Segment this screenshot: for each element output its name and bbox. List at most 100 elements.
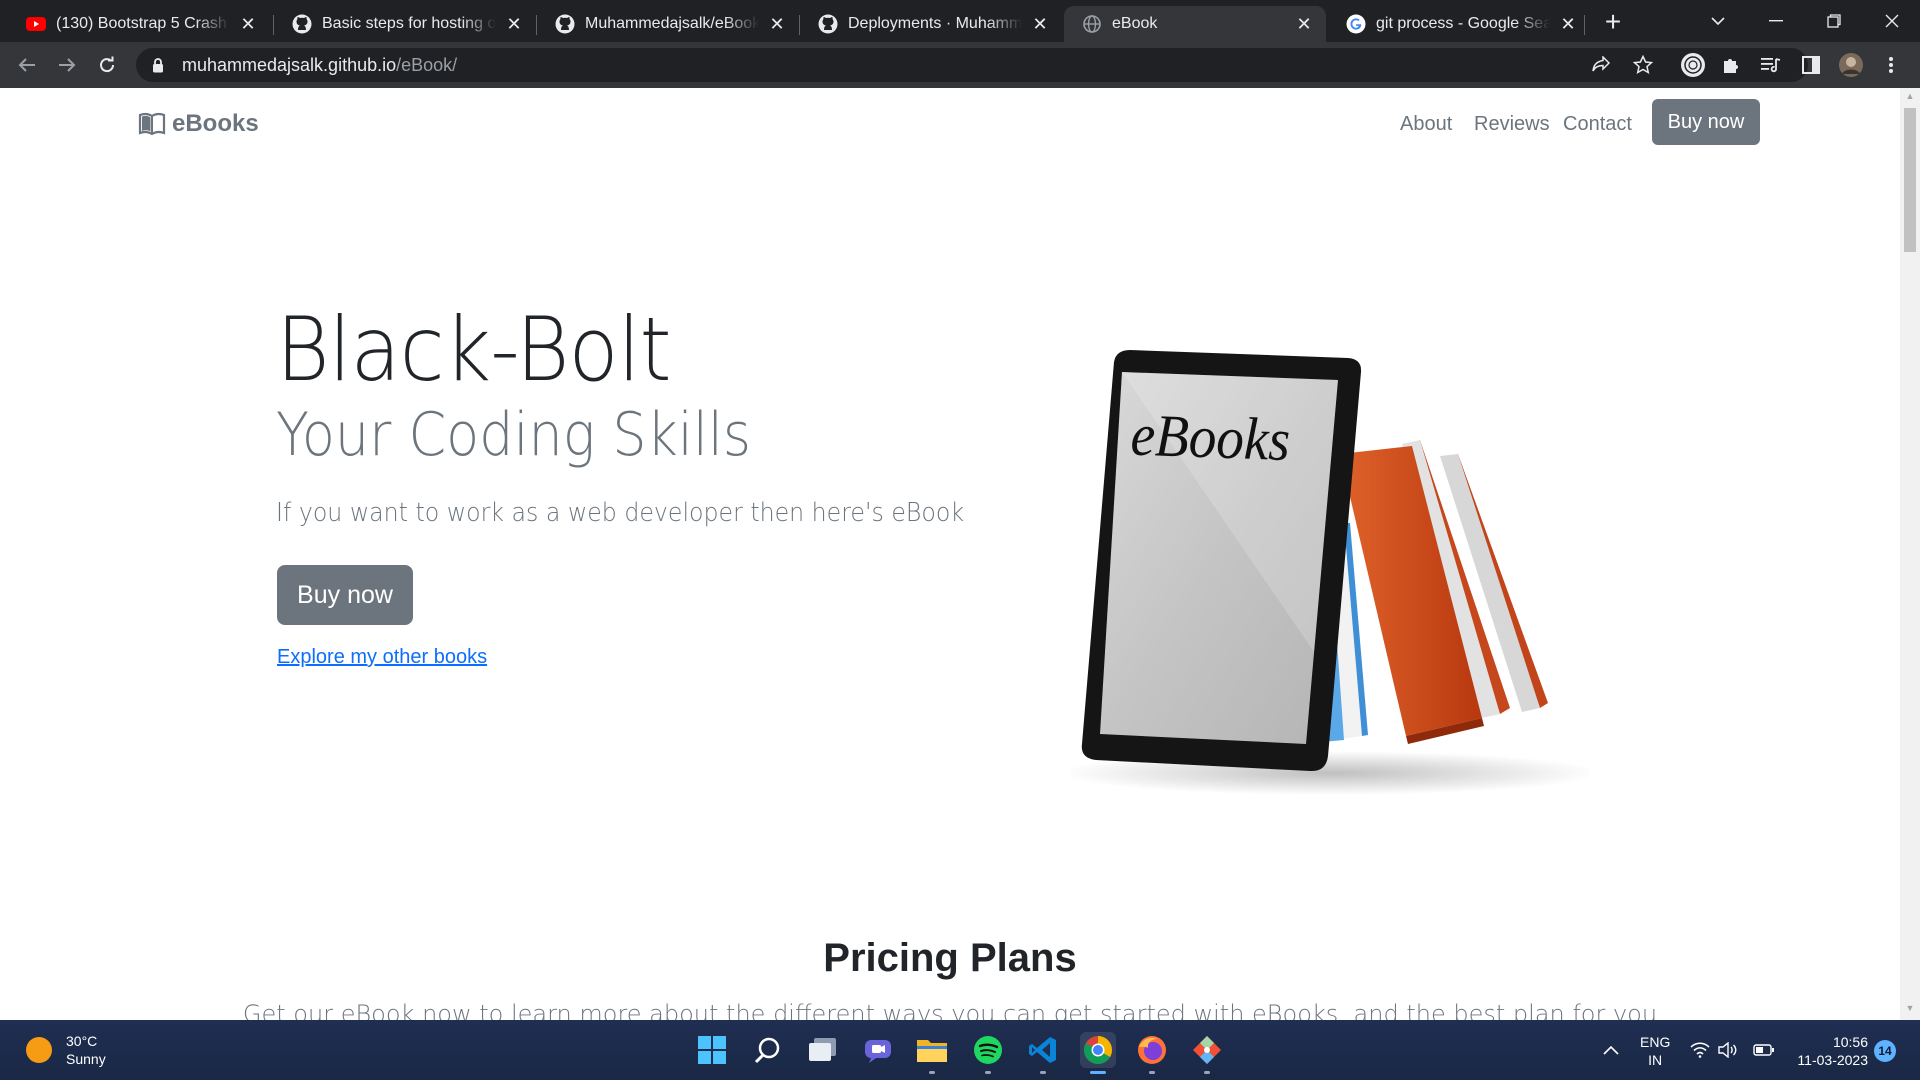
browser-toolbar: muhammedajsalk.github.io/eBook/: [0, 42, 1920, 88]
weather-widget[interactable]: 30°C Sunny: [26, 1032, 106, 1068]
clock-time: 10:56: [1832, 1034, 1868, 1050]
weather-temp: 30°C: [66, 1033, 98, 1049]
forward-icon[interactable]: [52, 50, 82, 80]
tab-youtube[interactable]: (130) Bootstrap 5 Crash Course ✕: [8, 6, 270, 42]
vscode-icon[interactable]: [1025, 1032, 1061, 1074]
tab-github-repo[interactable]: Muhammedajsalk/eBook ✕: [537, 6, 799, 42]
scrollbar-thumb[interactable]: [1904, 108, 1916, 252]
close-tab-icon[interactable]: ✕: [1294, 14, 1314, 34]
explore-books-link[interactable]: Explore my other books: [277, 646, 487, 669]
weather-condition: Sunny: [66, 1051, 106, 1067]
close-tab-icon[interactable]: ✕: [504, 14, 524, 34]
hero-lead: If you want to work as a web developer t…: [276, 498, 965, 528]
teams-chat-icon[interactable]: [860, 1032, 896, 1068]
ebook-hero-illustration: eBooks: [1070, 350, 1590, 795]
scroll-down-icon[interactable]: ▼: [1904, 1003, 1916, 1017]
page-scrollbar[interactable]: ▲ ▼: [1900, 88, 1920, 1020]
chrome-icon[interactable]: [1080, 1032, 1116, 1074]
spotify-icon[interactable]: [970, 1032, 1006, 1074]
minimize-icon[interactable]: [1748, 0, 1804, 42]
language-indicator[interactable]: ENG IN: [1640, 1033, 1670, 1069]
github-icon: [292, 14, 312, 34]
running-indicator: [929, 1071, 935, 1074]
bookmark-star-icon[interactable]: [1628, 50, 1658, 80]
running-indicator: [1149, 1071, 1155, 1074]
hero-subtitle: Your Coding Skills: [276, 400, 751, 470]
google-icon: [1346, 14, 1366, 34]
brand-text: eBooks: [172, 110, 259, 137]
close-window-icon[interactable]: [1864, 0, 1920, 42]
sun-icon: [26, 1037, 52, 1063]
tab-title: eBook: [1112, 15, 1158, 32]
share-icon[interactable]: [1586, 50, 1616, 80]
profile-avatar[interactable]: [1836, 50, 1866, 80]
tab-search-icon[interactable]: [1690, 0, 1746, 42]
ebook-illustration-text: eBooks: [1130, 403, 1292, 474]
wifi-icon[interactable]: [1688, 1032, 1712, 1068]
navbar-brand[interactable]: eBooks: [138, 110, 259, 138]
battery-icon[interactable]: [1752, 1032, 1776, 1068]
page-viewport: eBooks About Reviews Contact Buy now Bla…: [0, 88, 1900, 1020]
hero-title: Black-Bolt: [276, 298, 672, 401]
lang-region: IN: [1648, 1052, 1663, 1068]
tab-title: Deployments · Muhammedajsalk: [848, 15, 1022, 32]
tab-separator: [1584, 15, 1585, 35]
media-controls-icon[interactable]: [1756, 50, 1786, 80]
active-indicator: [1090, 1071, 1106, 1074]
task-view-icon[interactable]: [805, 1032, 841, 1068]
file-explorer-icon[interactable]: [914, 1032, 950, 1074]
git-icon[interactable]: [1189, 1032, 1225, 1074]
globe-icon: [1082, 14, 1102, 34]
tab-title: git process - Google Search: [1376, 15, 1550, 32]
back-icon[interactable]: [12, 50, 42, 80]
pricing-title: Pricing Plans: [823, 936, 1077, 980]
nav-link-about[interactable]: About: [1400, 113, 1452, 136]
search-icon[interactable]: [750, 1032, 786, 1068]
browser-tab-strip: (130) Bootstrap 5 Crash Course ✕ Basic s…: [0, 0, 1920, 42]
youtube-icon: [26, 14, 46, 34]
hero-buy-now-button[interactable]: Buy now: [277, 565, 413, 625]
tab-ebook-active[interactable]: eBook ✕: [1064, 6, 1326, 42]
chevron-up-icon[interactable]: [1596, 1032, 1626, 1068]
running-indicator: [1204, 1071, 1210, 1074]
restore-icon[interactable]: [1806, 0, 1862, 42]
tab-title: Basic steps for hosting on GitHub: [322, 15, 496, 32]
nav-buy-now-button[interactable]: Buy now: [1652, 99, 1760, 145]
url-path: /eBook/: [396, 54, 458, 75]
tab-title: (130) Bootstrap 5 Crash Course: [56, 15, 230, 32]
lock-icon[interactable]: [152, 57, 166, 73]
windows-start-icon[interactable]: [694, 1032, 730, 1068]
github-icon: [818, 14, 838, 34]
firefox-icon[interactable]: [1134, 1032, 1170, 1074]
windows-taskbar: 30°C Sunny ENG IN 10:56 11-03-2023 14: [0, 1020, 1920, 1080]
lang-code: ENG: [1640, 1034, 1671, 1050]
running-indicator: [985, 1071, 991, 1074]
new-tab-button[interactable]: +: [1598, 8, 1628, 38]
system-clock[interactable]: 10:56 11-03-2023: [1788, 1033, 1868, 1069]
book-icon: [138, 112, 166, 136]
notification-badge[interactable]: 14: [1874, 1040, 1896, 1062]
volume-icon[interactable]: [1716, 1032, 1740, 1068]
tab-github-hosting[interactable]: Basic steps for hosting on GitHub ✕: [274, 6, 536, 42]
side-panel-icon[interactable]: [1796, 50, 1826, 80]
running-indicator: [1040, 1071, 1046, 1074]
nav-link-reviews[interactable]: Reviews: [1474, 113, 1550, 136]
close-tab-icon[interactable]: ✕: [1030, 14, 1050, 34]
tab-title: Muhammedajsalk/eBook: [585, 15, 759, 32]
extensions-puzzle-icon[interactable]: [1716, 50, 1746, 80]
nav-link-contact[interactable]: Contact: [1563, 113, 1632, 136]
github-icon: [555, 14, 575, 34]
close-tab-icon[interactable]: ✕: [1558, 14, 1578, 34]
url-host: muhammedajsalk.github.io: [182, 54, 397, 75]
address-bar[interactable]: muhammedajsalk.github.io/eBook/: [136, 48, 1808, 82]
close-tab-icon[interactable]: ✕: [238, 14, 258, 34]
browser-menu-icon[interactable]: [1876, 50, 1906, 80]
close-tab-icon[interactable]: ✕: [767, 14, 787, 34]
reload-icon[interactable]: [92, 50, 122, 80]
tab-google-search[interactable]: git process - Google Search ✕: [1328, 6, 1590, 42]
clock-date: 11-03-2023: [1797, 1052, 1868, 1068]
scroll-up-icon[interactable]: ▲: [1904, 91, 1916, 105]
extension-badge-icon[interactable]: [1678, 50, 1708, 80]
tab-deployments[interactable]: Deployments · Muhammedajsalk ✕: [800, 6, 1062, 42]
pricing-lead: Get our eBook now to learn more about th…: [242, 1000, 1658, 1020]
